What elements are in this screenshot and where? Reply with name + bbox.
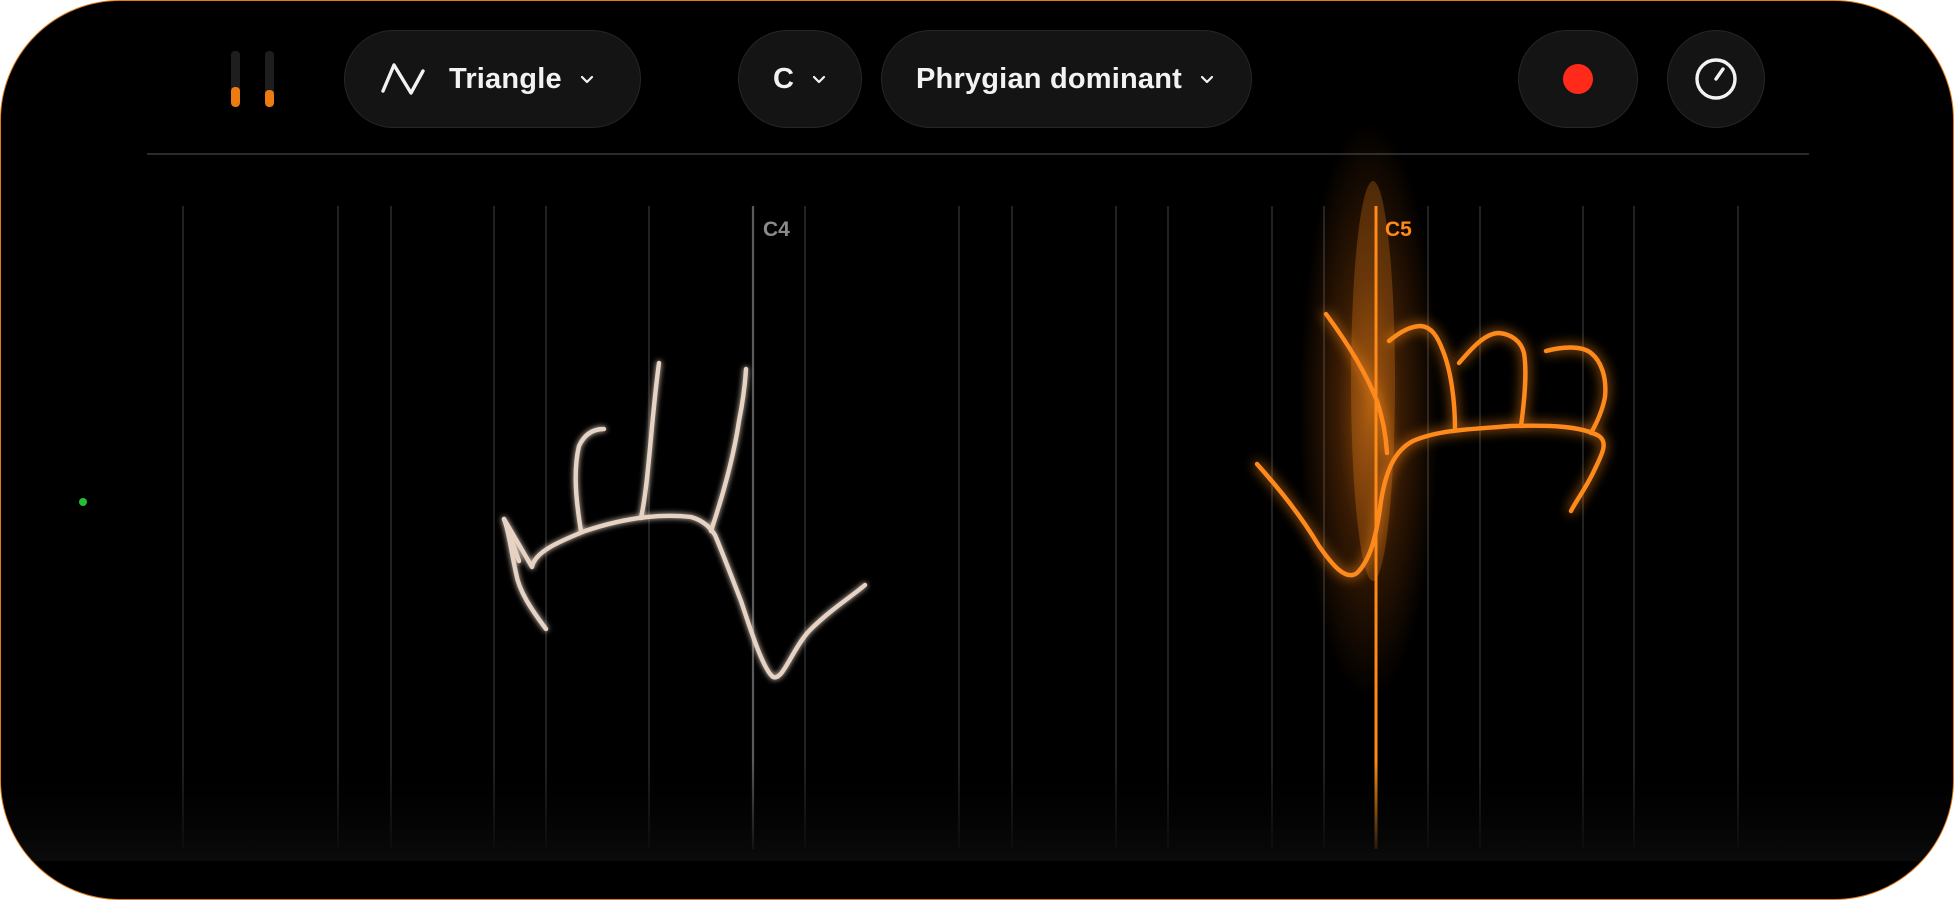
note-label-c4: C4 xyxy=(763,218,790,241)
active-note-glow xyxy=(1299,121,1439,701)
pitch-grid-lines xyxy=(182,206,1739,849)
floor-shade xyxy=(1,761,1953,861)
app-window: Triangle C Phrygian dominant C4 C5 xyxy=(0,0,1954,900)
left-hand-skeleton xyxy=(501,360,868,680)
pitch-surface[interactable]: C4 C5 xyxy=(1,1,1953,899)
note-label-c5: C5 xyxy=(1385,218,1412,241)
